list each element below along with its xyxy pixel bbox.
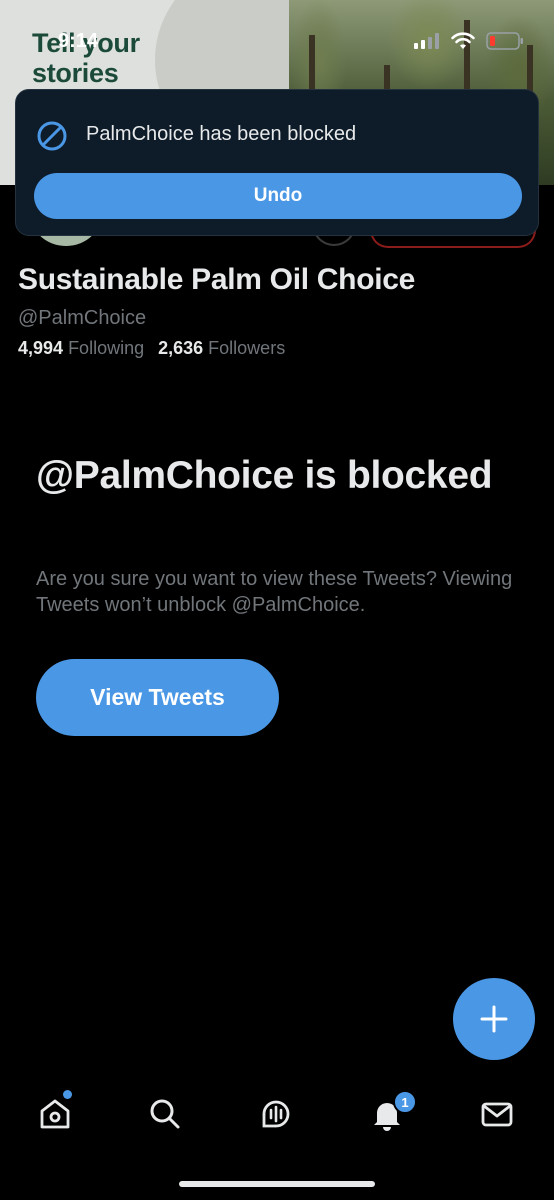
spaces-icon [262,1100,290,1128]
followers-label: Followers [208,338,286,358]
block-icon [37,121,67,151]
home-icon [40,1099,70,1129]
following-count: 4,994 [18,338,64,358]
followers-count: 2,636 [158,338,204,358]
profile-handle: @PalmChoice [18,307,147,329]
status-icons [414,32,524,50]
home-indicator[interactable] [179,1181,375,1187]
blocked-description: Are you sure you want to view these Twee… [36,568,513,616]
tab-home[interactable] [35,1094,75,1134]
tab-messages[interactable] [477,1094,517,1134]
undo-button[interactable]: Undo [34,173,522,219]
plus-icon [480,1005,508,1033]
tab-spaces[interactable] [256,1094,296,1134]
compose-tweet-button[interactable] [453,978,535,1060]
view-tweets-button[interactable]: View Tweets [36,659,279,736]
mail-icon [481,1102,513,1127]
toast-message: PalmChoice has been blocked [86,123,357,145]
blocked-toast: PalmChoice has been blocked Undo [15,89,539,236]
blocked-title: @PalmChoice is blocked [36,454,493,497]
signal-icon [414,33,439,49]
followers-link[interactable]: 2,636 Followers [158,338,285,358]
status-time: 9:14 [58,30,99,52]
notification-badge: 1 [393,1090,417,1114]
battery-icon [486,32,523,50]
tab-search[interactable] [145,1094,185,1134]
display-name: Sustainable Palm Oil Choice [18,263,416,296]
banner-title-line2: stories [32,58,119,88]
home-unread-dot [63,1090,72,1099]
following-link[interactable]: 4,994 Following [18,338,144,358]
follow-stats: 4,994 Following 2,636 Followers [18,338,285,359]
search-icon [150,1099,180,1129]
following-label: Following [68,338,145,358]
wifi-icon [451,32,475,49]
